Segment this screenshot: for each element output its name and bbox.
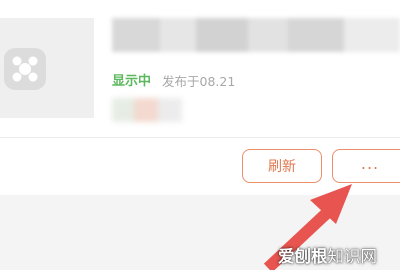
- item-thumbnail[interactable]: [0, 18, 94, 118]
- listing-card: 显示中 发布于08.21 刷新 ...: [0, 0, 400, 195]
- refresh-button[interactable]: 刷新: [242, 149, 322, 183]
- status-badge: 显示中: [112, 74, 152, 89]
- watermark-brand: 爱刨根: [278, 247, 328, 266]
- publish-date: 发布于08.21: [162, 74, 236, 89]
- watermark: 爱刨根 知识网: [278, 243, 377, 267]
- divider: [0, 137, 400, 138]
- app-icon: [4, 48, 46, 90]
- item-title-redacted: [112, 18, 400, 52]
- watermark-site: 知识网: [327, 247, 378, 266]
- more-options-button[interactable]: ...: [332, 149, 400, 183]
- price-redacted: [112, 98, 182, 122]
